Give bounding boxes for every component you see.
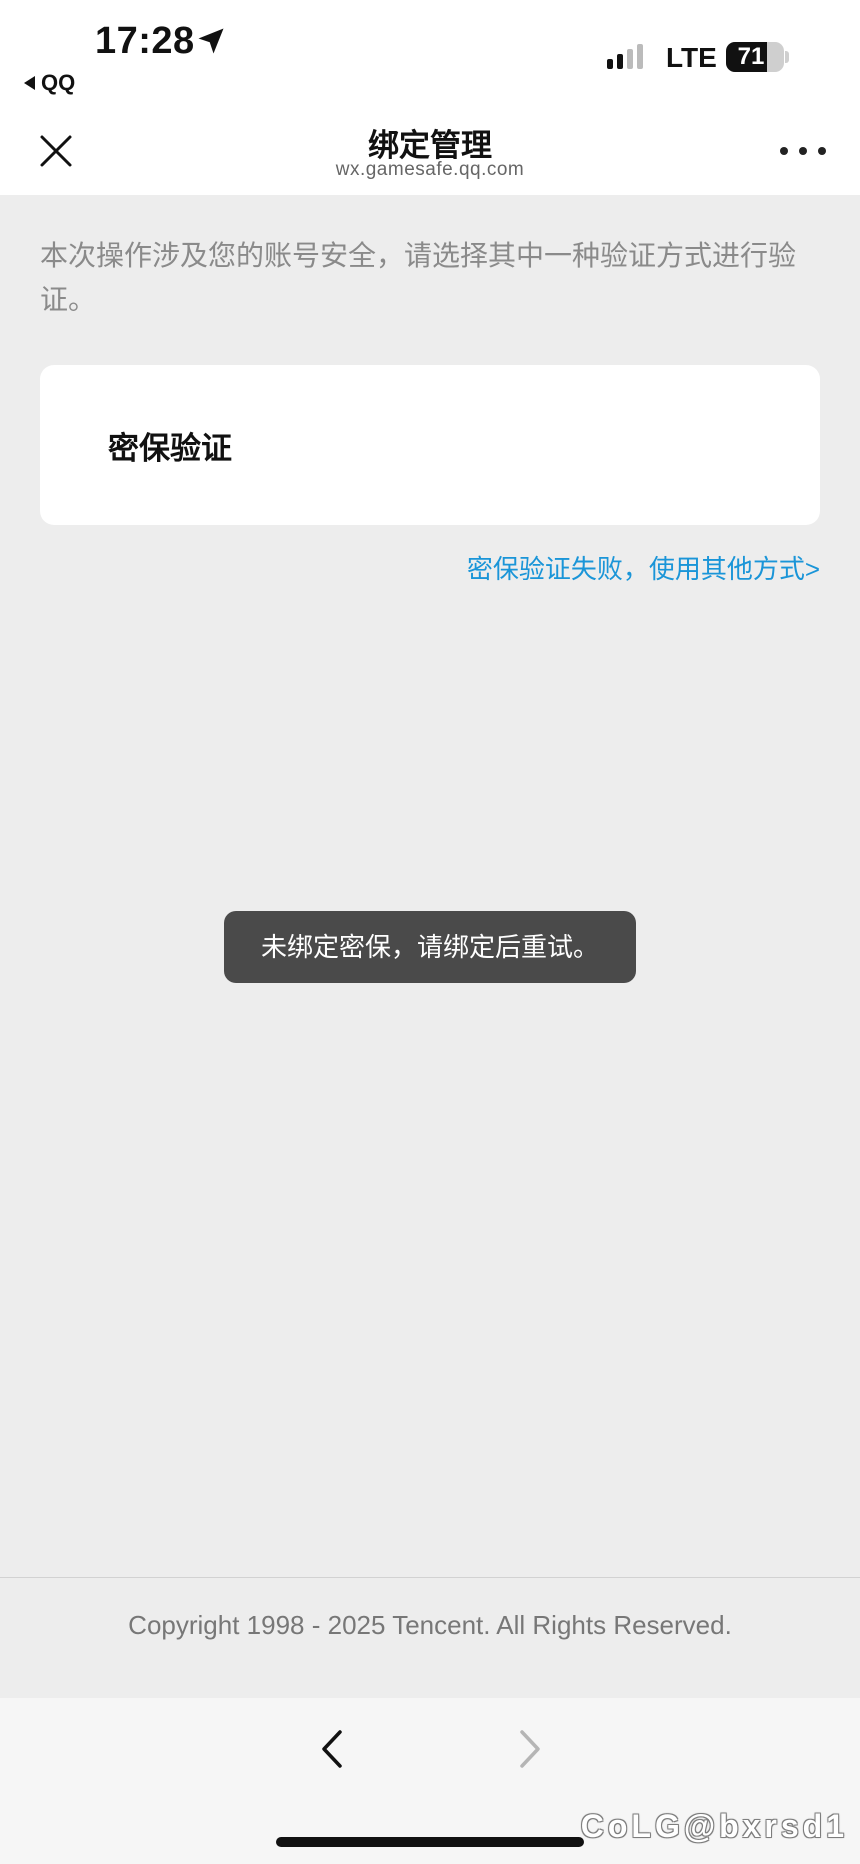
more-icon[interactable]: [780, 144, 826, 158]
page-domain: wx.gamesafe.qq.com: [335, 159, 525, 180]
home-indicator[interactable]: [276, 1837, 584, 1847]
more-dot: [818, 147, 826, 155]
security-notice: 本次操作涉及您的账号安全，请选择其中一种验证方式进行验证。: [40, 240, 797, 315]
status-time: 17:28: [95, 20, 195, 62]
back-triangle-icon: [24, 76, 35, 90]
toast-message: 未绑定密保，请绑定后重试。: [224, 911, 636, 983]
back-to-app-button[interactable]: QQ: [24, 70, 75, 96]
watermark: CoLG@bxrsd1: [580, 1808, 848, 1844]
network-type: LTE: [666, 42, 717, 73]
signal-bar: [617, 54, 623, 69]
more-dot: [780, 147, 788, 155]
signal-bar: [627, 49, 633, 69]
battery-cap: [785, 51, 789, 63]
footer-divider: [0, 1577, 860, 1578]
battery-level: 71: [737, 43, 765, 70]
signal-bar: [637, 44, 643, 69]
verification-option-label: 密保验证: [108, 431, 232, 466]
chevron-left-icon[interactable]: [316, 1726, 346, 1772]
signal-bar: [607, 59, 613, 69]
chevron-right-icon[interactable]: [516, 1726, 546, 1772]
battery-icon: 71: [726, 42, 784, 72]
signal-strength-icon: [607, 44, 643, 69]
top-bar: 17:28 QQ LTE 71 绑定管理 wx.gamesafe.qq.com: [0, 0, 860, 195]
more-dot: [799, 147, 807, 155]
copyright-text: Copyright 1998 - 2025 Tencent. All Right…: [128, 1610, 732, 1640]
location-arrow-icon: [198, 28, 224, 54]
back-app-label: QQ: [41, 70, 76, 95]
alternative-verification-link[interactable]: 密保验证失败，使用其他方式>: [467, 549, 820, 586]
verification-option-security-question[interactable]: 密保验证: [40, 365, 820, 525]
